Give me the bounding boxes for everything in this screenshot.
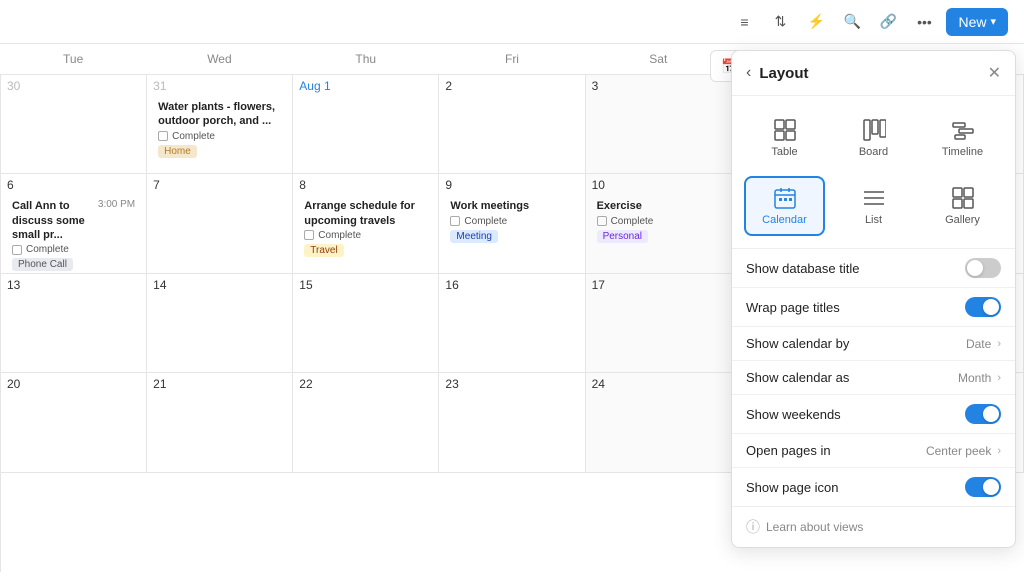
open-pages-value: Center peek [926,444,991,458]
calendar-as-label: Show calendar as [746,370,849,385]
day-header-tue: Tue [0,44,146,74]
cal-cell-3[interactable]: 3 [586,75,732,174]
show-weekends-label: Show weekends [746,407,841,422]
cal-cell-10[interactable]: 10 Exercise Complete Personal [586,174,732,273]
panel-settings: Show database title Wrap page titles Sho… [732,249,1015,506]
cal-cell-2[interactable]: 2 [439,75,585,174]
info-icon: ⓘ [746,517,760,537]
chevron-right-icon: › [997,338,1001,350]
layout-option-timeline[interactable]: Timeline [922,108,1003,168]
toggle-thumb [983,406,999,422]
layout-options-grid: Table Board Timeline [732,96,1015,249]
event-work-meetings[interactable]: Work meetings Complete Meeting [445,196,578,245]
calendar-container: Tue Wed Thu Fri Sat Sun Mon 30 31 Water … [0,44,1024,577]
gallery-label: Gallery [945,214,980,226]
layout-option-board[interactable]: Board [833,108,914,168]
learn-about-views-label: Learn about views [766,520,863,534]
show-db-title-toggle[interactable] [965,258,1001,278]
calendar-as-value: Month [958,371,991,385]
bolt-icon[interactable]: ⚡ [802,8,830,36]
timeline-label: Timeline [942,146,983,158]
setting-show-weekends: Show weekends [732,394,1015,433]
cal-cell-22[interactable]: 22 [293,373,439,472]
calendar-by-label: Show calendar by [746,336,849,351]
layout-panel: ‹ Layout ✕ Table [731,50,1016,548]
calendar-layout-label: Calendar [762,214,807,226]
cal-cell-9[interactable]: 9 Work meetings Complete Meeting [439,174,585,273]
calendar-by-value: Date [966,337,991,351]
show-weekends-toggle[interactable] [965,404,1001,424]
list-label: List [865,214,882,226]
cal-cell-21[interactable]: 21 [147,373,293,472]
table-icon [773,118,797,142]
chevron-down-icon: ▾ [990,15,996,28]
cal-cell-8[interactable]: 8 Arrange schedule for upcoming travels … [293,174,439,273]
show-db-title-label: Show database title [746,261,859,276]
day-header-wed: Wed [146,44,292,74]
cal-cell-7[interactable]: 7 [147,174,293,273]
chevron-right-icon: › [997,372,1001,384]
toggle-thumb [983,479,999,495]
layout-option-list[interactable]: List [833,176,914,236]
toggle-thumb [967,260,983,276]
cal-cell-30[interactable]: 30 [1,75,147,174]
day-header-thu: Thu [293,44,439,74]
cal-cell-17[interactable]: 17 [586,274,732,373]
cal-cell-20[interactable]: 20 [1,373,147,472]
new-label: New [958,14,986,30]
cal-cell-15[interactable]: 15 [293,274,439,373]
filter-icon[interactable]: ≡ [730,8,758,36]
panel-title: Layout [759,65,808,82]
setting-show-page-icon: Show page icon [732,467,1015,506]
board-label: Board [859,146,888,158]
cal-cell-31[interactable]: 31 Water plants - flowers, outdoor porch… [147,75,293,174]
board-icon [862,118,886,142]
setting-calendar-as: Show calendar as Month › [732,360,1015,394]
setting-wrap-titles: Wrap page titles [732,287,1015,326]
day-header-fri: Fri [439,44,585,74]
panel-header: ‹ Layout ✕ [732,51,1015,96]
show-page-icon-toggle[interactable] [965,477,1001,497]
cal-cell-23[interactable]: 23 [439,373,585,472]
wrap-titles-label: Wrap page titles [746,300,840,315]
setting-show-db-title: Show database title [732,249,1015,287]
open-pages-label: Open pages in [746,443,831,458]
link-icon[interactable]: 🔗 [874,8,902,36]
learn-about-views[interactable]: ⓘ Learn about views [732,506,1015,547]
more-icon[interactable]: ••• [910,8,938,36]
cal-cell-aug1[interactable]: Aug 1 [293,75,439,174]
gallery-icon [951,186,975,210]
event-arrange-schedule[interactable]: Arrange schedule for upcoming travels Co… [299,196,432,260]
layout-option-gallery[interactable]: Gallery [922,176,1003,236]
cal-cell-24[interactable]: 24 [586,373,732,472]
wrap-titles-toggle[interactable] [965,297,1001,317]
toolbar: ≡ ⇅ ⚡ 🔍 🔗 ••• New ▾ [0,0,1024,44]
new-button[interactable]: New ▾ [946,8,1008,36]
cal-cell-14[interactable]: 14 [147,274,293,373]
layout-option-table[interactable]: Table [744,108,825,168]
calendar-layout-icon [773,186,797,210]
cal-cell-6[interactable]: 6 Call Ann to discuss some small pr... 3… [1,174,147,273]
panel-close-button[interactable]: ✕ [988,63,1001,83]
cal-cell-13[interactable]: 13 [1,274,147,373]
chevron-right-icon: › [997,445,1001,457]
sort-icon[interactable]: ⇅ [766,8,794,36]
list-icon [862,186,886,210]
show-page-icon-label: Show page icon [746,480,839,495]
setting-open-pages: Open pages in Center peek › [732,433,1015,467]
table-label: Table [771,146,797,158]
event-call-ann[interactable]: Call Ann to discuss some small pr... 3:0… [7,196,140,274]
search-icon[interactable]: 🔍 [838,8,866,36]
layout-option-calendar[interactable]: Calendar [744,176,825,236]
timeline-icon [951,118,975,142]
cal-cell-16[interactable]: 16 [439,274,585,373]
event-exercise[interactable]: Exercise Complete Personal [592,196,725,245]
panel-back-button[interactable]: ‹ [746,64,751,82]
toggle-thumb [983,299,999,315]
event-water-plants[interactable]: Water plants - flowers, outdoor porch, a… [153,97,286,161]
setting-calendar-by: Show calendar by Date › [732,326,1015,360]
